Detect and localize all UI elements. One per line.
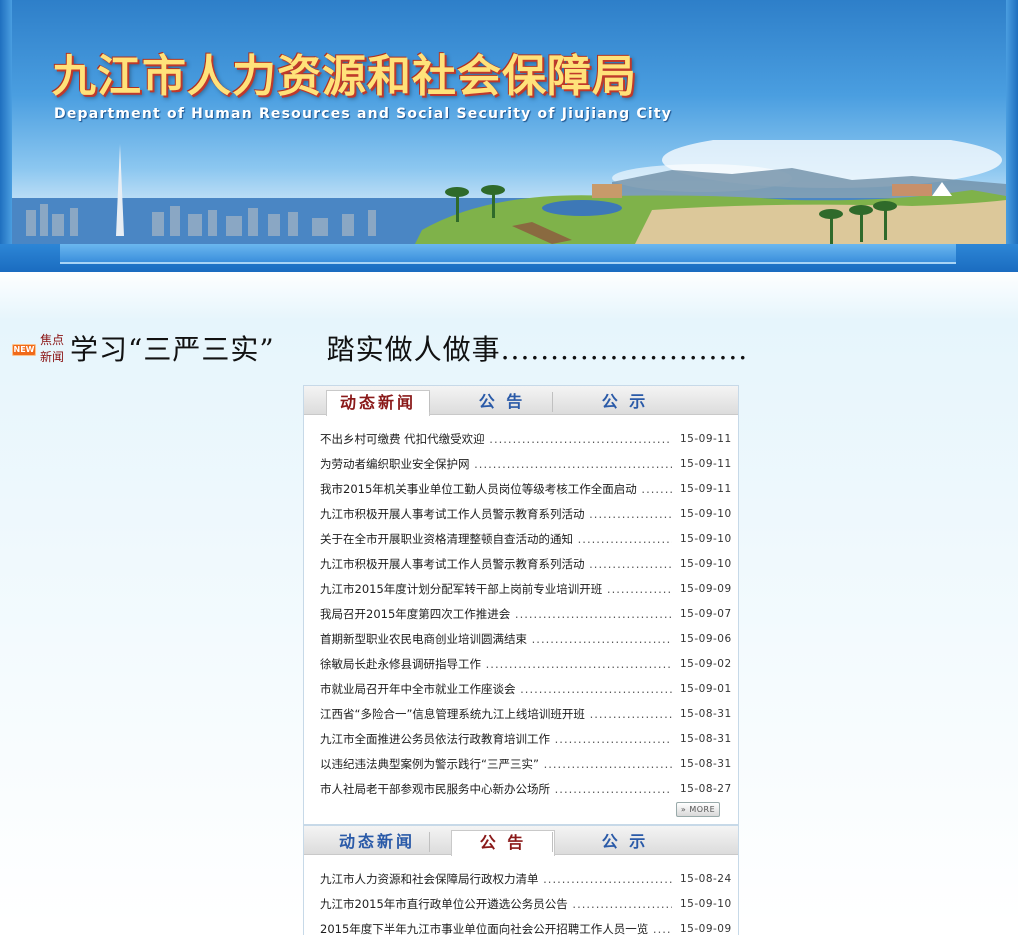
list-item[interactable]: 九江市积极开展人事考试工作人员警示教育系列活动 15-09-10 (304, 502, 738, 527)
notice-panel: 动态新闻 公 告 公 示 九江市人力资源和社会保障局行政权力清单 15-08-24… (303, 825, 739, 936)
focus-news-headline[interactable]: NEW 焦点 新闻 学习“三严三实” 踏实做人做事................… (12, 332, 1002, 372)
news-date: 15-09-02 (680, 658, 732, 670)
news-panel-tabs: 动态新闻 公 告 公 示 (304, 386, 738, 416)
tab-dynamic-news[interactable]: 动态新闻 (326, 390, 430, 416)
news-title-link[interactable]: 徐敏局长赴永修县调研指导工作 (320, 652, 672, 677)
news-title-link[interactable]: 江西省“多险合一”信息管理系统九江上线培训班开班 (320, 702, 672, 727)
tab-divider (552, 832, 553, 852)
banner-scenery-image (12, 140, 1006, 250)
list-item[interactable]: 九江市全面推进公务员依法行政教育培训工作 15-08-31 (304, 727, 738, 752)
notice-title-link[interactable]: 九江市人力资源和社会保障局行政权力清单 (320, 867, 672, 892)
notice-date: 15-09-09 (680, 923, 732, 935)
list-item[interactable]: 市人社局老干部参观市民服务中心新办公场所 15-08-27 (304, 777, 738, 802)
news-title-link[interactable]: 不出乡村可缴费 代扣代缴受欢迎 (320, 427, 672, 452)
news-date: 15-09-06 (680, 633, 732, 645)
notice-title-link[interactable]: 2015年度下半年九江市事业单位面向社会公开招聘工作人员一览 (320, 917, 672, 942)
banner-nav-bar (60, 244, 956, 264)
focus-news-label: 焦点 新闻 (40, 332, 68, 366)
news-date: 15-09-11 (680, 433, 732, 445)
notice-panel-tabs: 动态新闻 公 告 公 示 (304, 826, 738, 856)
news-list: 不出乡村可缴费 代扣代缴受欢迎 15-09-11 为劳动者编织职业安全保护网 15-… (304, 415, 738, 802)
focus-news-label-line2: 新闻 (40, 350, 65, 364)
news-date: 15-08-27 (680, 783, 732, 795)
new-badge-icon: NEW (12, 344, 36, 356)
site-title-english: Department of Human Resources and Social… (54, 106, 673, 122)
list-item[interactable]: 我市2015年机关事业单位工勤人员岗位等级考核工作全面启动 15-09-11 (304, 477, 738, 502)
list-item[interactable]: 为劳动者编织职业安全保护网 15-09-11 (304, 452, 738, 477)
news-title-link[interactable]: 为劳动者编织职业安全保护网 (320, 452, 672, 477)
banner-frame-left (0, 0, 12, 272)
news-date: 15-09-07 (680, 608, 732, 620)
list-item[interactable]: 九江市人力资源和社会保障局行政权力清单 15-08-24 (304, 867, 738, 892)
list-item[interactable]: 江西省“多险合一”信息管理系统九江上线培训班开班 15-08-31 (304, 702, 738, 727)
news-title-link[interactable]: 关于在全市开展职业资格清理整顿自查活动的通知 (320, 527, 672, 552)
list-item[interactable]: 市就业局召开年中全市就业工作座谈会 15-09-01 (304, 677, 738, 702)
news-date: 15-09-11 (680, 483, 732, 495)
news-title-link[interactable]: 我市2015年机关事业单位工勤人员岗位等级考核工作全面启动 (320, 477, 672, 502)
focus-news-label-line1: 焦点 (40, 333, 65, 347)
list-item[interactable]: 首期新型职业农民电商创业培训圆满结束 15-09-06 (304, 627, 738, 652)
news-title-link[interactable]: 首期新型职业农民电商创业培训圆满结束 (320, 627, 672, 652)
header-banner: 九江市人力资源和社会保障局 Department of Human Resour… (0, 0, 1018, 272)
news-title-link[interactable]: 九江市积极开展人事考试工作人员警示教育系列活动 (320, 502, 672, 527)
tab-divider (552, 392, 553, 412)
list-item[interactable]: 徐敏局长赴永修县调研指导工作 15-09-02 (304, 652, 738, 677)
news-date: 15-09-10 (680, 508, 732, 520)
news-date: 15-09-09 (680, 583, 732, 595)
list-item[interactable]: 我局召开2015年度第四次工作推进会 15-09-07 (304, 602, 738, 627)
news-date: 15-09-10 (680, 558, 732, 570)
news-title-link[interactable]: 以违纪违法典型案例为警示践行“三严三实” (320, 752, 672, 777)
news-date: 15-08-31 (680, 758, 732, 770)
list-item[interactable]: 九江市2015年度计划分配军转干部上岗前专业培训开班 15-09-09 (304, 577, 738, 602)
news-date: 15-08-31 (680, 733, 732, 745)
notice-title-link[interactable]: 九江市2015年市直行政单位公开遴选公务员公告 (320, 892, 672, 917)
tab-announcements[interactable]: 公 告 (451, 830, 555, 856)
list-item[interactable]: 不出乡村可缴费 代扣代缴受欢迎 15-09-11 (304, 427, 738, 452)
news-title-link[interactable]: 九江市全面推进公务员依法行政教育培训工作 (320, 727, 672, 752)
news-title-link[interactable]: 九江市积极开展人事考试工作人员警示教育系列活动 (320, 552, 672, 577)
news-date: 15-09-10 (680, 533, 732, 545)
notice-date: 15-09-10 (680, 898, 732, 910)
list-item[interactable]: 关于在全市开展职业资格清理整顿自查活动的通知 15-09-10 (304, 527, 738, 552)
news-date: 15-08-31 (680, 708, 732, 720)
news-date: 15-09-01 (680, 683, 732, 695)
notice-list: 九江市人力资源和社会保障局行政权力清单 15-08-24 九江市2015年市直行政… (304, 855, 738, 942)
headline-text-part1: 学习“三严三实” (70, 333, 275, 366)
news-panel: 动态新闻 公 告 公 示 不出乡村可缴费 代扣代缴受欢迎 15-09-11 为劳动… (303, 385, 739, 825)
headline-text-part2: 踏实做人做事......................... (326, 333, 749, 366)
banner-frame-right (1006, 0, 1018, 272)
headline-link[interactable]: 学习“三严三实” 踏实做人做事......................... (70, 330, 748, 370)
tab-divider (429, 392, 430, 412)
news-date: 15-09-11 (680, 458, 732, 470)
tab-public-notices[interactable]: 公 示 (574, 390, 676, 414)
list-item[interactable]: 九江市2015年市直行政单位公开遴选公务员公告 15-09-10 (304, 892, 738, 917)
site-title-chinese: 九江市人力资源和社会保障局 (52, 51, 637, 102)
tab-divider (429, 832, 430, 852)
news-title-link[interactable]: 市就业局召开年中全市就业工作座谈会 (320, 677, 672, 702)
list-item[interactable]: 2015年度下半年九江市事业单位面向社会公开招聘工作人员一览 15-09-09 (304, 917, 738, 942)
tab-public-notices[interactable]: 公 示 (574, 830, 676, 854)
news-title-link[interactable]: 市人社局老干部参观市民服务中心新办公场所 (320, 777, 672, 802)
tab-dynamic-news[interactable]: 动态新闻 (326, 830, 428, 854)
notice-date: 15-08-24 (680, 873, 732, 885)
news-title-link[interactable]: 九江市2015年度计划分配军转干部上岗前专业培训开班 (320, 577, 672, 602)
list-item[interactable]: 以违纪违法典型案例为警示践行“三严三实” 15-08-31 (304, 752, 738, 777)
list-item[interactable]: 九江市积极开展人事考试工作人员警示教育系列活动 15-09-10 (304, 552, 738, 577)
news-title-link[interactable]: 我局召开2015年度第四次工作推进会 (320, 602, 672, 627)
more-button[interactable]: » MORE (676, 802, 720, 817)
tab-announcements[interactable]: 公 告 (451, 390, 553, 414)
